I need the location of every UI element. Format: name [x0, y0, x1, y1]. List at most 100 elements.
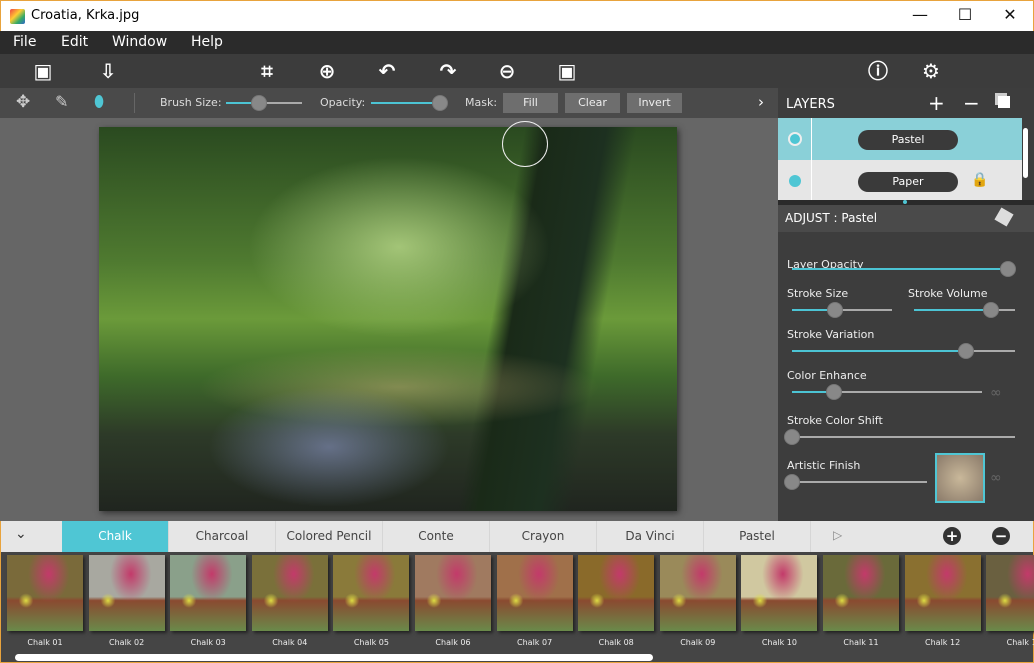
artistic-finish-texture-swatch[interactable] — [935, 453, 985, 503]
brush-size-label: Brush Size: — [160, 96, 222, 109]
preset-thumbnail[interactable] — [741, 555, 818, 631]
preset-thumbnail[interactable] — [333, 555, 410, 631]
preset-thumbnail[interactable] — [170, 555, 247, 631]
layer-visibility-toggle[interactable] — [788, 132, 802, 146]
add-layer-icon[interactable]: + — [928, 91, 945, 115]
preset-scrollbar[interactable] — [15, 654, 653, 661]
preset-label: Chalk 07 — [517, 638, 553, 647]
zoom-out-icon[interactable]: ⊖ — [494, 58, 520, 84]
layer-row-pastel[interactable]: Pastel — [778, 118, 1022, 160]
stroke-volume-label: Stroke Volume — [908, 287, 988, 300]
info-icon[interactable]: ⓘ — [865, 58, 891, 84]
preset-label: Chalk 04 — [272, 638, 308, 647]
stroke-color-shift-slider[interactable] — [784, 429, 1015, 445]
mask-fill-button[interactable]: Fill — [503, 93, 558, 113]
stroke-color-shift-label: Stroke Color Shift — [787, 414, 883, 427]
adjust-header: ADJUST : Pastel — [778, 205, 1034, 232]
layer-name[interactable]: Pastel — [858, 130, 958, 150]
tabs-scroll-right-icon[interactable]: ▷ — [833, 528, 842, 542]
tab-conte[interactable]: Conte — [383, 521, 490, 552]
tab-colored-pencil[interactable]: Colored Pencil — [276, 521, 383, 552]
color-enhance-slider[interactable] — [792, 384, 982, 400]
save-icon[interactable]: ⇩ — [95, 58, 121, 84]
remove-layer-icon[interactable]: − — [963, 91, 980, 115]
app-icon — [10, 9, 25, 24]
main-toolbar: ▣ ⇩ ⌗ ⊕ ↶ ↷ ⊖ ▣ ⓘ ⚙ — [0, 54, 1034, 88]
preset-label: Chalk 02 — [109, 638, 145, 647]
menu-file[interactable]: File — [13, 34, 36, 50]
lock-icon[interactable]: 🔒 — [971, 172, 988, 188]
add-preset-icon[interactable]: + — [943, 527, 961, 545]
stroke-size-label: Stroke Size — [787, 287, 849, 300]
link-icon[interactable]: ∞ — [990, 385, 1002, 401]
maximize-button[interactable]: ☐ — [950, 5, 980, 27]
preset-thumbnail[interactable] — [415, 555, 491, 631]
preset-label: Chalk 10 — [761, 638, 797, 647]
minimize-button[interactable]: — — [905, 5, 935, 27]
mask-label: Mask: — [465, 96, 498, 109]
duplicate-layer-icon[interactable] — [998, 96, 1010, 108]
collapse-presets-chevron-icon[interactable]: ⌄ — [15, 526, 27, 542]
preset-thumbnail[interactable] — [88, 555, 165, 631]
eraser-icon[interactable]: ⬮ — [94, 92, 104, 112]
layer-opacity-slider[interactable] — [792, 261, 1017, 277]
mask-clear-button[interactable]: Clear — [565, 93, 620, 113]
tab-charcoal[interactable]: Charcoal — [169, 521, 276, 552]
remove-preset-icon[interactable]: − — [992, 527, 1010, 545]
open-image-icon[interactable]: ▣ — [30, 58, 56, 84]
mask-invert-button[interactable]: Invert — [627, 93, 682, 113]
tab-pastel[interactable]: Pastel — [704, 521, 811, 552]
artistic-finish-slider[interactable] — [784, 474, 927, 490]
stroke-variation-label: Stroke Variation — [787, 328, 875, 341]
preset-thumbnail[interactable] — [823, 555, 899, 631]
preset-label: Chalk 13 — [1006, 638, 1034, 647]
preset-thumbnail[interactable] — [578, 555, 655, 631]
menu-edit[interactable]: Edit — [61, 34, 88, 50]
color-enhance-label: Color Enhance — [787, 369, 867, 382]
adjust-title: ADJUST : Pastel — [785, 211, 878, 225]
preset-label: Chalk 03 — [190, 638, 226, 647]
brush-size-slider[interactable] — [226, 95, 302, 111]
menu-help[interactable]: Help — [191, 34, 223, 50]
opacity-slider[interactable] — [371, 95, 448, 111]
preset-thumbnail[interactable] — [7, 555, 83, 631]
preset-thumbnail[interactable] — [496, 555, 573, 631]
preset-thumbnail[interactable] — [251, 555, 328, 631]
preset-label: Chalk 05 — [353, 638, 389, 647]
undo-icon[interactable]: ↶ — [374, 58, 400, 84]
layers-title: LAYERS — [786, 97, 835, 112]
stroke-variation-slider[interactable] — [792, 343, 1015, 359]
layer-name[interactable]: Paper — [858, 172, 958, 192]
layer-visibility-toggle[interactable] — [789, 175, 801, 187]
preset-thumbnail[interactable] — [986, 555, 1034, 631]
tab-chalk[interactable]: Chalk — [62, 521, 169, 552]
collapse-panel-chevron-icon[interactable]: › — [758, 93, 764, 111]
redo-icon[interactable]: ↷ — [435, 58, 461, 84]
preset-category-tabs: ⌄ Chalk Charcoal Colored Pencil Conte Crayon… — [0, 521, 1034, 552]
brush-toolbar: ✥ ✎ ⬮ Brush Size: Opacity: Mask: Fill Cl… — [0, 88, 778, 118]
stroke-volume-slider[interactable] — [914, 302, 1015, 318]
zoom-in-icon[interactable]: ⊕ — [314, 58, 340, 84]
divider — [134, 93, 135, 113]
preset-thumbnail[interactable] — [659, 555, 736, 631]
title-bar: Croatia, Krka.jpg — ☐ ✕ — [0, 0, 1034, 31]
stroke-size-slider[interactable] — [792, 302, 892, 318]
layers-scrollbar[interactable] — [1023, 128, 1028, 178]
close-button[interactable]: ✕ — [995, 5, 1025, 27]
move-icon[interactable]: ✥ — [16, 92, 30, 112]
link-icon[interactable]: ∞ — [990, 470, 1002, 486]
menu-window[interactable]: Window — [112, 34, 167, 50]
brush-icon[interactable]: ✎ — [55, 92, 68, 111]
painted-image[interactable] — [99, 127, 677, 511]
preset-label: Chalk 11 — [843, 638, 879, 647]
tab-da-vinci[interactable]: Da Vinci — [597, 521, 704, 552]
randomize-dice-icon[interactable] — [994, 207, 1014, 227]
fit-image-icon[interactable]: ▣ — [554, 58, 580, 84]
settings-icon[interactable]: ⚙ — [918, 58, 944, 84]
canvas-area[interactable] — [0, 118, 778, 521]
preset-thumbnail[interactable] — [904, 555, 981, 631]
layer-row-paper[interactable]: Paper 🔒 — [778, 160, 1022, 202]
crop-icon[interactable]: ⌗ — [254, 58, 280, 84]
brush-cursor — [502, 121, 548, 167]
tab-crayon[interactable]: Crayon — [490, 521, 597, 552]
